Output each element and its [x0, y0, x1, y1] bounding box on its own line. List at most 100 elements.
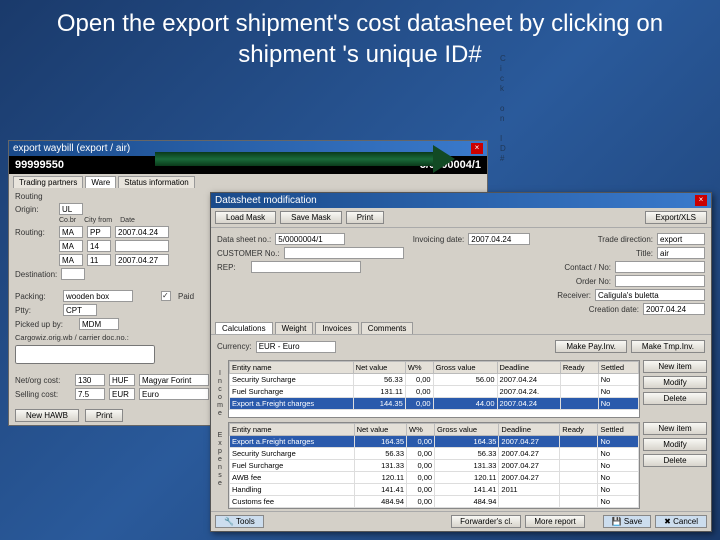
paid-label: Paid: [178, 292, 194, 301]
col-date: Date: [120, 217, 135, 224]
tab-weight[interactable]: Weight: [275, 322, 314, 334]
title-select[interactable]: [657, 247, 705, 259]
r2c3[interactable]: [115, 240, 169, 252]
invdate-input[interactable]: [468, 233, 530, 245]
waybill-tabs: Trading partners Ware Status information: [9, 174, 487, 188]
rep-label: REP:: [217, 263, 247, 272]
new-hawb-button[interactable]: New HAWB: [15, 409, 79, 422]
picked-label: Picked up by:: [15, 320, 75, 329]
table-row[interactable]: AWB fee120.110,00120.112007.04.27No: [230, 472, 639, 484]
tab-invoices[interactable]: Invoices: [315, 322, 358, 334]
routing-label-1: Routing:: [15, 228, 55, 237]
forwarders-button[interactable]: Forwarder's cl.: [451, 515, 521, 528]
netcost-cur[interactable]: [109, 374, 135, 386]
cdate-label: Creation date:: [589, 305, 639, 314]
origin-input[interactable]: [59, 203, 83, 215]
dsnum-label: Data sheet no.:: [217, 235, 271, 244]
table-row[interactable]: Fuel Surcharge131.330,00131.332007.04.27…: [230, 460, 639, 472]
waybill-title: export waybill (export / air): [13, 143, 130, 154]
close-icon[interactable]: ×: [471, 143, 483, 154]
income-grid[interactable]: Entity nameNet valueW%Gross valueDeadlin…: [228, 360, 640, 418]
expense-new-button[interactable]: New item: [643, 422, 707, 435]
currency-select[interactable]: [256, 341, 336, 353]
r3c3[interactable]: [115, 254, 169, 266]
dest-label: Destination:: [15, 270, 57, 279]
print-button[interactable]: Print: [85, 409, 123, 422]
orderno-label: Order No:: [576, 277, 611, 286]
cdate-input[interactable]: [643, 303, 705, 315]
expense-modify-button[interactable]: Modify: [643, 438, 707, 451]
tools-button[interactable]: 🔧 Tools: [215, 515, 264, 528]
cargo-input[interactable]: [15, 345, 155, 364]
ds-print-button[interactable]: Print: [346, 211, 384, 224]
table-row[interactable]: Security Surcharge56.330,0056.332007.04.…: [230, 448, 639, 460]
netcost-label: Net/org cost:: [15, 376, 71, 385]
vertical-hint-text: Cick on ID#: [500, 54, 506, 164]
custno-input[interactable]: [284, 247, 404, 259]
netcost-input[interactable]: [75, 374, 105, 386]
make-tmp-inv-button[interactable]: Make Tmp.Inv.: [631, 340, 705, 353]
paid-checkbox[interactable]: [161, 291, 171, 301]
r3c2[interactable]: [87, 254, 111, 266]
dest-input[interactable]: [61, 268, 85, 280]
expense-delete-button[interactable]: Delete: [643, 454, 707, 467]
packing-label: Packing:: [15, 292, 59, 301]
tab-ware[interactable]: Ware: [85, 176, 116, 188]
col-city: City from: [84, 217, 112, 224]
save-mask-button[interactable]: Save Mask: [280, 211, 342, 224]
datasheet-title: Datasheet modification: [215, 195, 317, 206]
slide-title: Open the export shipment's cost datashee…: [0, 0, 720, 70]
table-row[interactable]: Security Surcharge56.330,0056.002007.04.…: [230, 374, 639, 386]
table-row[interactable]: Export a.Freight charges144.350,0044.002…: [230, 398, 639, 410]
r1c3[interactable]: [115, 226, 169, 238]
tab-status[interactable]: Status information: [118, 176, 194, 188]
sellcost-label: Selling cost:: [15, 390, 71, 399]
table-row[interactable]: Fuel Surcharge131.110,002007.04.24.No: [230, 386, 639, 398]
sellcost-sel[interactable]: [139, 388, 209, 400]
income-label: Income: [215, 360, 225, 418]
orderno-input[interactable]: [615, 275, 705, 287]
r1c1[interactable]: [59, 226, 83, 238]
waybill-id: 99999550: [15, 159, 64, 171]
receiver-label: Receiver:: [557, 291, 591, 300]
tab-calculations[interactable]: Calculations: [215, 322, 273, 334]
table-row[interactable]: Customs fee484.940,00484.94No: [230, 496, 639, 508]
datasheet-tabs: Calculations Weight Invoices Comments: [211, 320, 711, 334]
export-xls-button[interactable]: Export/XLS: [645, 211, 707, 224]
more-report-button[interactable]: More report: [525, 515, 584, 528]
trade-select[interactable]: [657, 233, 705, 245]
expense-label: Expense: [215, 422, 225, 509]
income-modify-button[interactable]: Modify: [643, 376, 707, 389]
r2c2[interactable]: [87, 240, 111, 252]
datasheet-window: Datasheet modification × Load Mask Save …: [210, 192, 712, 532]
rep-input[interactable]: [251, 261, 361, 273]
income-new-button[interactable]: New item: [643, 360, 707, 373]
r1c2[interactable]: [87, 226, 111, 238]
packing-select[interactable]: [63, 290, 133, 302]
load-mask-button[interactable]: Load Mask: [215, 211, 276, 224]
sellcost-cur[interactable]: [109, 388, 135, 400]
close-icon[interactable]: ×: [695, 195, 707, 206]
tab-trading-partners[interactable]: Trading partners: [13, 176, 83, 188]
r2c1[interactable]: [59, 240, 83, 252]
netcost-sel[interactable]: [139, 374, 209, 386]
ptty-input[interactable]: [63, 304, 97, 316]
origin-label: Origin:: [15, 205, 55, 214]
datasheet-toolbar: Load Mask Save Mask Print Export/XLS: [211, 208, 711, 228]
r3c1[interactable]: [59, 254, 83, 266]
receiver-input[interactable]: [595, 289, 705, 301]
tab-comments[interactable]: Comments: [361, 322, 414, 334]
datasheet-titlebar[interactable]: Datasheet modification ×: [211, 193, 711, 208]
contact-input[interactable]: [615, 261, 705, 273]
sellcost-input[interactable]: [75, 388, 105, 400]
picked-input[interactable]: [79, 318, 119, 330]
custno-label: CUSTOMER No.:: [217, 249, 280, 258]
table-row[interactable]: Handling141.410,00141.412011No: [230, 484, 639, 496]
expense-grid[interactable]: Entity nameNet valueW%Gross valueDeadlin…: [228, 422, 640, 509]
dsnum-input[interactable]: [275, 233, 345, 245]
ds-save-button[interactable]: 💾 Save: [603, 515, 651, 528]
ds-cancel-button[interactable]: ✖ Cancel: [655, 515, 707, 528]
income-delete-button[interactable]: Delete: [643, 392, 707, 405]
make-pay-inv-button[interactable]: Make Pay.Inv.: [555, 340, 627, 353]
table-row[interactable]: Export a.Freight charges164.350,00164.35…: [230, 436, 639, 448]
